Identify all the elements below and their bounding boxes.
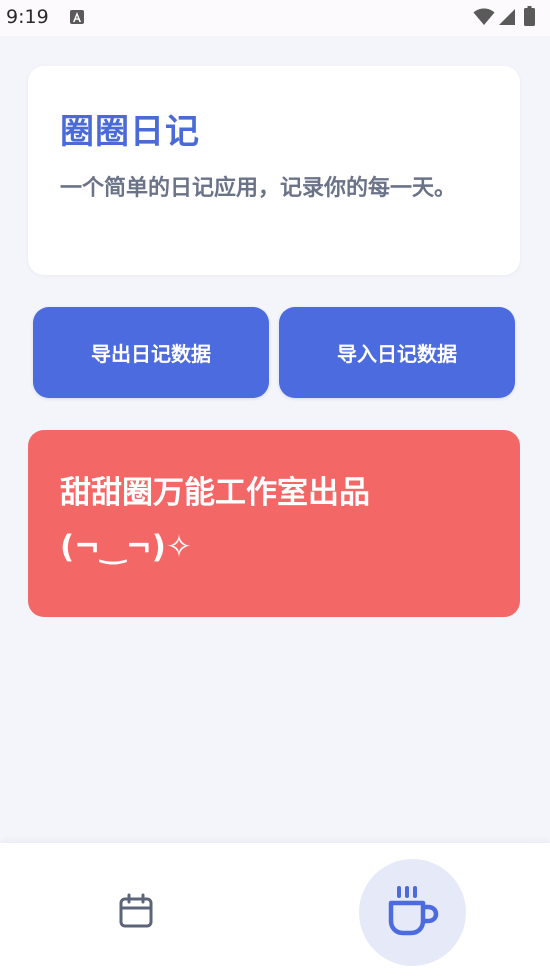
app-title: 圈圈日记 xyxy=(60,112,200,152)
credit-card: 甜甜圈万能工作室出品 (¬‿¬)✧ xyxy=(28,430,520,617)
import-diary-button[interactable]: 导入日记数据 xyxy=(279,307,515,398)
wifi-icon xyxy=(473,8,495,26)
calendar-icon xyxy=(118,893,154,933)
nav-item-about[interactable] xyxy=(359,859,466,966)
status-time: 9:19 xyxy=(6,6,49,28)
app-info-card: 圈圈日记 一个简单的日记应用，记录你的每一天。 xyxy=(28,66,520,275)
export-diary-button[interactable]: 导出日记数据 xyxy=(33,307,269,398)
nav-item-diary[interactable] xyxy=(100,877,172,949)
coffee-cup-icon xyxy=(385,883,441,943)
app-description: 一个简单的日记应用，记录你的每一天。 xyxy=(60,176,457,201)
battery-icon xyxy=(524,6,535,26)
signal-icon xyxy=(498,8,516,26)
status-bar: 9:19 xyxy=(0,0,550,36)
bottom-navigation xyxy=(0,843,550,977)
credit-text: 甜甜圈万能工作室出品 (¬‿¬)✧ xyxy=(60,475,370,565)
text-input-icon xyxy=(70,10,84,24)
